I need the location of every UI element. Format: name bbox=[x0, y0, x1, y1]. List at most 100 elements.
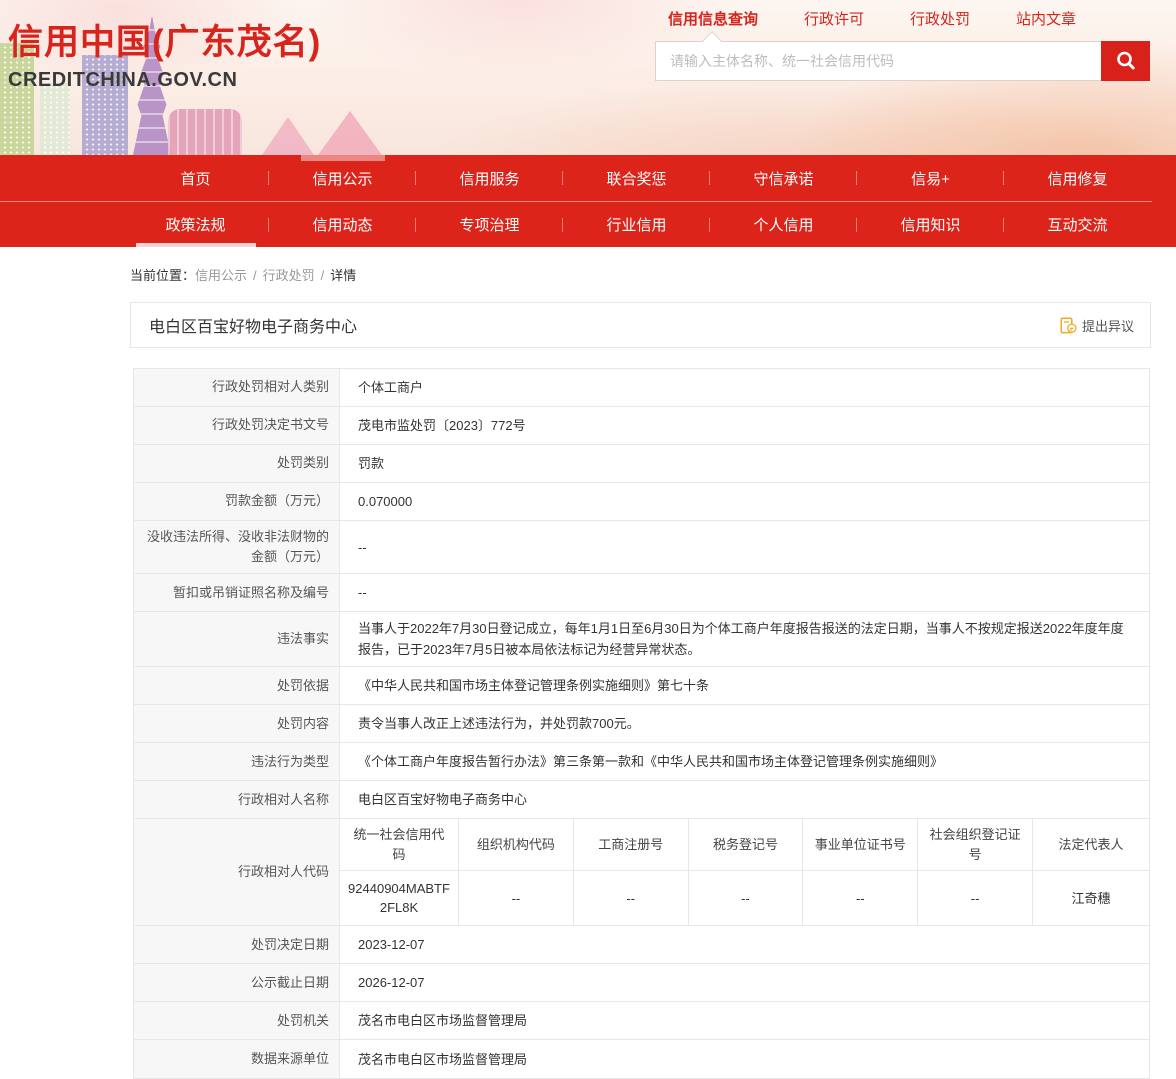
row-value: 2026-12-07 bbox=[340, 964, 1149, 1001]
row-value: 2023-12-07 bbox=[340, 926, 1149, 963]
page-title: 电白区百宝好物电子商务中心 bbox=[149, 313, 357, 337]
table-row: 行政处罚决定书文号 茂电市监处罚〔2023〕772号 bbox=[134, 407, 1149, 445]
table-row: 行政相对人名称 电白区百宝好物电子商务中心 bbox=[134, 781, 1149, 819]
table-row: 处罚内容 责令当事人改正上述违法行为，并处罚款700元。 bbox=[134, 705, 1149, 743]
entity-code-table: 统一社会信用代码 组织机构代码 工商注册号 税务登记号 事业单位证书号 社会组织… bbox=[340, 819, 1149, 925]
site-header: 信用中国(广东茂名) CREDITCHINA.GOV.CN 信用信息查询 行政许… bbox=[0, 0, 1176, 155]
table-row: 没收违法所得、没收非法财物的金额（万元） -- bbox=[134, 521, 1149, 574]
breadcrumb-current: 详情 bbox=[330, 268, 356, 283]
row-label: 处罚依据 bbox=[134, 667, 340, 704]
table-row: 违法行为类型 《个体工商户年度报告暂行办法》第三条第一款和《中华人民共和国市场主… bbox=[134, 743, 1149, 781]
code-col-header: 统一社会信用代码 bbox=[340, 819, 458, 871]
penalty-detail-table: 行政处罚相对人类别 个体工商户 行政处罚决定书文号 茂电市监处罚〔2023〕77… bbox=[133, 368, 1150, 1079]
table-row: 违法事实 当事人于2022年7月30日登记成立，每年1月1日至6月30日为个体工… bbox=[134, 612, 1149, 667]
nav-item-special-governance[interactable]: 专项治理 bbox=[416, 202, 563, 247]
nav-item-credit-services[interactable]: 信用服务 bbox=[416, 155, 563, 201]
row-label: 罚款金额（万元） bbox=[134, 483, 340, 520]
breadcrumb-credit-disclosure[interactable]: 信用公示 bbox=[195, 268, 247, 283]
table-row: 行政处罚相对人类别 个体工商户 bbox=[134, 369, 1149, 407]
quick-nav-admin-penalty[interactable]: 行政处罚 bbox=[910, 8, 970, 29]
row-label: 违法事实 bbox=[134, 612, 340, 666]
row-label: 处罚机关 bbox=[134, 1002, 340, 1039]
quick-nav-admin-license[interactable]: 行政许可 bbox=[804, 8, 864, 29]
row-value: 责令当事人改正上述违法行为，并处罚款700元。 bbox=[340, 705, 1149, 742]
breadcrumb-admin-penalty[interactable]: 行政处罚 bbox=[263, 268, 315, 283]
breadcrumb-prefix: 当前位置： bbox=[130, 268, 195, 283]
row-label: 行政处罚相对人类别 bbox=[134, 369, 340, 406]
code-col-header: 税务登记号 bbox=[688, 819, 803, 871]
nav-item-credit-disclosure[interactable]: 信用公示 bbox=[269, 155, 416, 201]
document-edit-icon bbox=[1060, 317, 1077, 334]
row-label: 公示截止日期 bbox=[134, 964, 340, 1001]
code-col-header: 组织机构代码 bbox=[458, 819, 573, 871]
quick-nav: 信用信息查询 行政许可 行政处罚 站内文章 bbox=[655, 8, 1150, 29]
active-tab-indicator bbox=[301, 155, 385, 161]
code-col-value: -- bbox=[458, 871, 573, 925]
breadcrumb: 当前位置：信用公示/行政处罚/详情 bbox=[130, 265, 1176, 284]
logo-subtitle: CREDITCHINA.GOV.CN bbox=[8, 69, 321, 92]
row-label: 行政相对人代码 bbox=[134, 819, 340, 925]
row-label: 处罚类别 bbox=[134, 445, 340, 482]
code-col-value: -- bbox=[573, 871, 688, 925]
table-row: 处罚类别 罚款 bbox=[134, 445, 1149, 483]
nav-item-interaction[interactable]: 互动交流 bbox=[1004, 202, 1151, 247]
nav-item-home[interactable]: 首页 bbox=[122, 155, 269, 201]
table-row: 处罚依据 《中华人民共和国市场主体登记管理条例实施细则》第七十条 bbox=[134, 667, 1149, 705]
nav-item-credit-knowledge[interactable]: 信用知识 bbox=[857, 202, 1004, 247]
row-value: 茂名市电白区市场监督管理局 bbox=[340, 1040, 1149, 1078]
row-value: 当事人于2022年7月30日登记成立，每年1月1日至6月30日为个体工商户年度报… bbox=[340, 612, 1149, 666]
nav-item-personal-credit[interactable]: 个人信用 bbox=[710, 202, 857, 247]
search-button[interactable] bbox=[1101, 41, 1150, 81]
row-value: 个体工商户 bbox=[340, 369, 1149, 406]
row-value: 0.070000 bbox=[340, 483, 1149, 520]
code-col-value: -- bbox=[688, 871, 803, 925]
entity-title-card: 电白区百宝好物电子商务中心 提出异议 bbox=[130, 302, 1151, 348]
main-nav-row-2: 政策法规 信用动态 专项治理 行业信用 个人信用 信用知识 互动交流 bbox=[0, 201, 1152, 247]
city-building-pale bbox=[40, 83, 70, 155]
row-label: 违法行为类型 bbox=[134, 743, 340, 780]
nav-item-xinyi-plus[interactable]: 信易+ bbox=[857, 155, 1004, 201]
row-value: -- bbox=[340, 574, 1149, 611]
nav-item-industry-credit[interactable]: 行业信用 bbox=[563, 202, 710, 247]
row-value: 茂电市监处罚〔2023〕772号 bbox=[340, 407, 1149, 444]
quick-nav-credit-info-query[interactable]: 信用信息查询 bbox=[668, 8, 758, 29]
bridge-illustration bbox=[318, 111, 382, 155]
row-label: 行政处罚决定书文号 bbox=[134, 407, 340, 444]
row-label: 处罚内容 bbox=[134, 705, 340, 742]
code-col-value: 江奇穗 bbox=[1032, 871, 1149, 925]
row-label: 处罚决定日期 bbox=[134, 926, 340, 963]
exhibition-hall-illustration bbox=[168, 109, 242, 155]
code-col-header: 事业单位证书号 bbox=[802, 819, 917, 871]
code-col-value: 92440904MABTF2FL8K bbox=[340, 871, 458, 925]
row-value: 电白区百宝好物电子商务中心 bbox=[340, 781, 1149, 818]
hover-tab-indicator bbox=[136, 243, 256, 247]
nav-item-credit-news[interactable]: 信用动态 bbox=[269, 202, 416, 247]
search-box bbox=[655, 41, 1150, 81]
nav-item-trust-commitment[interactable]: 守信承诺 bbox=[710, 155, 857, 201]
row-value: 《中华人民共和国市场主体登记管理条例实施细则》第七十条 bbox=[340, 667, 1149, 704]
nav-item-credit-repair[interactable]: 信用修复 bbox=[1004, 155, 1151, 201]
code-col-value: -- bbox=[802, 871, 917, 925]
row-label: 行政相对人名称 bbox=[134, 781, 340, 818]
row-label: 暂扣或吊销证照名称及编号 bbox=[134, 574, 340, 611]
table-row: 处罚机关 茂名市电白区市场监督管理局 bbox=[134, 1002, 1149, 1040]
raise-objection-label: 提出异议 bbox=[1082, 316, 1134, 335]
table-row: 公示截止日期 2026-12-07 bbox=[134, 964, 1149, 1002]
raise-objection-button[interactable]: 提出异议 bbox=[1060, 316, 1134, 335]
code-col-header: 工商注册号 bbox=[573, 819, 688, 871]
nav-item-policies[interactable]: 政策法规 bbox=[122, 202, 269, 247]
code-col-value: -- bbox=[917, 871, 1032, 925]
table-row: 处罚决定日期 2023-12-07 bbox=[134, 926, 1149, 964]
quick-nav-site-articles[interactable]: 站内文章 bbox=[1016, 8, 1076, 29]
row-value: 茂名市电白区市场监督管理局 bbox=[340, 1002, 1149, 1039]
logo-title: 信用中国(广东茂名) bbox=[8, 14, 321, 65]
main-nav-row-1: 首页 信用公示 信用服务 联合奖惩 守信承诺 信易+ 信用修复 bbox=[0, 155, 1152, 201]
table-row: 罚款金额（万元） 0.070000 bbox=[134, 483, 1149, 521]
row-label: 没收违法所得、没收非法财物的金额（万元） bbox=[134, 521, 340, 573]
main-nav: 首页 信用公示 信用服务 联合奖惩 守信承诺 信易+ 信用修复 政策法规 信用动… bbox=[0, 155, 1176, 247]
search-input[interactable] bbox=[655, 41, 1101, 81]
row-value: 《个体工商户年度报告暂行办法》第三条第一款和《中华人民共和国市场主体登记管理条例… bbox=[340, 743, 1149, 780]
table-row: 数据来源单位 茂名市电白区市场监督管理局 bbox=[134, 1040, 1149, 1078]
bridge-illustration bbox=[262, 117, 314, 155]
nav-item-joint-rewards[interactable]: 联合奖惩 bbox=[563, 155, 710, 201]
